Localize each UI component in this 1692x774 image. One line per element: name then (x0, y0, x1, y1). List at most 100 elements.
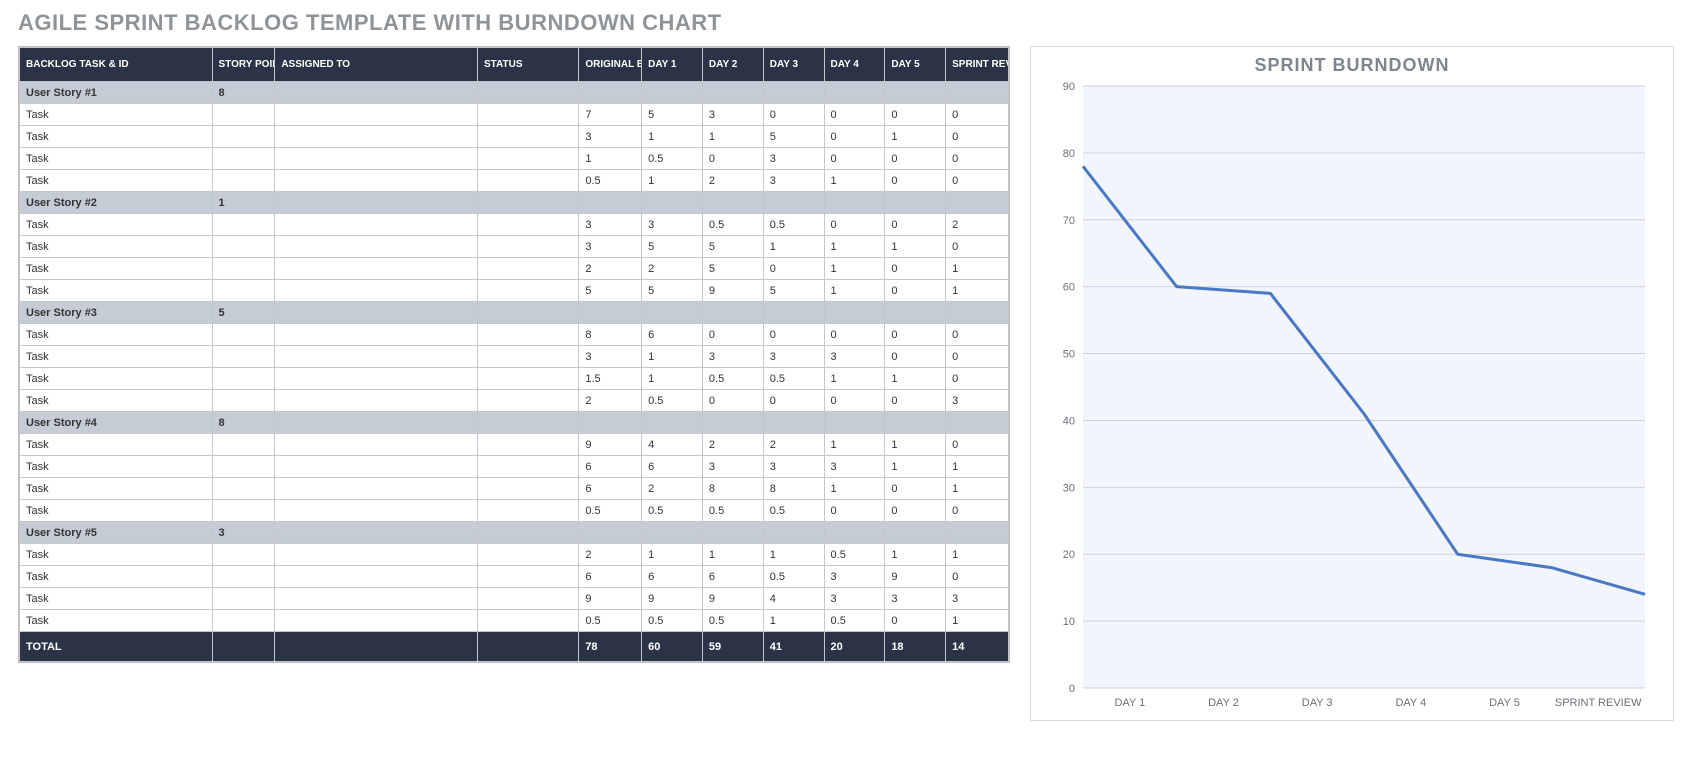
cell[interactable]: 2 (946, 214, 1009, 236)
cell[interactable]: 59 (702, 632, 763, 662)
task-row[interactable]: Task9994333 (20, 588, 1009, 610)
task-row[interactable]: Task6633311 (20, 456, 1009, 478)
story-row[interactable]: User Story #18 (20, 82, 1009, 104)
task-row[interactable]: Task6288101 (20, 478, 1009, 500)
cell[interactable] (477, 632, 578, 662)
cell[interactable] (477, 500, 578, 522)
cell[interactable] (275, 346, 478, 368)
cell[interactable]: Task (20, 280, 213, 302)
task-row[interactable]: Task0.5123100 (20, 170, 1009, 192)
cell[interactable] (946, 302, 1009, 324)
cell[interactable]: 1 (763, 610, 824, 632)
cell[interactable] (477, 280, 578, 302)
cell[interactable]: 0.5 (702, 500, 763, 522)
cell[interactable]: Task (20, 544, 213, 566)
cell[interactable]: 3 (824, 566, 885, 588)
cell[interactable]: 0 (824, 214, 885, 236)
cell[interactable]: 1 (642, 126, 703, 148)
cell[interactable] (885, 522, 946, 544)
cell[interactable]: Task (20, 126, 213, 148)
cell[interactable] (763, 82, 824, 104)
cell[interactable] (477, 258, 578, 280)
cell[interactable]: 3 (763, 148, 824, 170)
cell[interactable]: 0 (824, 126, 885, 148)
cell[interactable] (579, 302, 642, 324)
cell[interactable]: 5 (702, 258, 763, 280)
cell[interactable]: 41 (763, 632, 824, 662)
cell[interactable]: Task (20, 324, 213, 346)
cell[interactable]: 0 (885, 280, 946, 302)
cell[interactable]: Task (20, 346, 213, 368)
cell[interactable] (579, 192, 642, 214)
cell[interactable]: 1 (702, 544, 763, 566)
cell[interactable]: 5 (642, 104, 703, 126)
cell[interactable] (275, 236, 478, 258)
cell[interactable] (212, 280, 275, 302)
cell[interactable]: Task (20, 104, 213, 126)
cell[interactable]: 2 (702, 434, 763, 456)
cell[interactable]: 0 (946, 500, 1009, 522)
cell[interactable] (275, 522, 478, 544)
cell[interactable]: 6 (642, 566, 703, 588)
cell[interactable] (212, 148, 275, 170)
cell[interactable]: 0 (946, 236, 1009, 258)
cell[interactable]: 60 (642, 632, 703, 662)
cell[interactable] (477, 610, 578, 632)
cell[interactable]: 3 (946, 588, 1009, 610)
cell[interactable] (212, 610, 275, 632)
cell[interactable]: 6 (642, 456, 703, 478)
cell[interactable]: 0 (946, 566, 1009, 588)
cell[interactable] (275, 104, 478, 126)
task-row[interactable]: Task21110.511 (20, 544, 1009, 566)
cell[interactable]: 0 (946, 148, 1009, 170)
cell[interactable]: 9 (702, 280, 763, 302)
cell[interactable]: 2 (642, 258, 703, 280)
cell[interactable]: 0.5 (642, 148, 703, 170)
cell[interactable]: Task (20, 170, 213, 192)
cell[interactable] (275, 302, 478, 324)
cell[interactable]: 0 (702, 148, 763, 170)
cell[interactable]: Task (20, 610, 213, 632)
cell[interactable]: 2 (579, 258, 642, 280)
cell[interactable] (275, 148, 478, 170)
cell[interactable]: 6 (579, 456, 642, 478)
cell[interactable]: Task (20, 368, 213, 390)
task-row[interactable]: Task0.50.50.510.501 (20, 610, 1009, 632)
cell[interactable]: Task (20, 566, 213, 588)
cell[interactable]: 0 (946, 170, 1009, 192)
cell[interactable]: 1 (946, 280, 1009, 302)
cell[interactable]: 1 (642, 170, 703, 192)
cell[interactable] (885, 412, 946, 434)
task-row[interactable]: Task9422110 (20, 434, 1009, 456)
cell[interactable] (477, 82, 578, 104)
cell[interactable]: 2 (702, 170, 763, 192)
cell[interactable]: 2 (642, 478, 703, 500)
cell[interactable] (212, 500, 275, 522)
cell[interactable] (702, 192, 763, 214)
task-row[interactable]: Task2250101 (20, 258, 1009, 280)
cell[interactable]: User Story #5 (20, 522, 213, 544)
cell[interactable]: Task (20, 390, 213, 412)
cell[interactable]: 1 (885, 456, 946, 478)
cell[interactable] (477, 236, 578, 258)
cell[interactable]: 0 (946, 104, 1009, 126)
cell[interactable]: 3 (579, 214, 642, 236)
cell[interactable] (477, 566, 578, 588)
cell[interactable]: 3 (702, 104, 763, 126)
cell[interactable] (275, 368, 478, 390)
cell[interactable]: 0 (824, 104, 885, 126)
cell[interactable] (824, 412, 885, 434)
cell[interactable]: 1 (946, 478, 1009, 500)
cell[interactable] (275, 170, 478, 192)
cell[interactable] (275, 610, 478, 632)
cell[interactable] (477, 434, 578, 456)
cell[interactable] (946, 82, 1009, 104)
cell[interactable]: 0.5 (642, 390, 703, 412)
cell[interactable]: 9 (702, 588, 763, 610)
cell[interactable] (824, 192, 885, 214)
cell[interactable] (579, 82, 642, 104)
cell[interactable]: 1 (824, 170, 885, 192)
cell[interactable]: 1.5 (579, 368, 642, 390)
cell[interactable] (275, 478, 478, 500)
cell[interactable] (275, 566, 478, 588)
